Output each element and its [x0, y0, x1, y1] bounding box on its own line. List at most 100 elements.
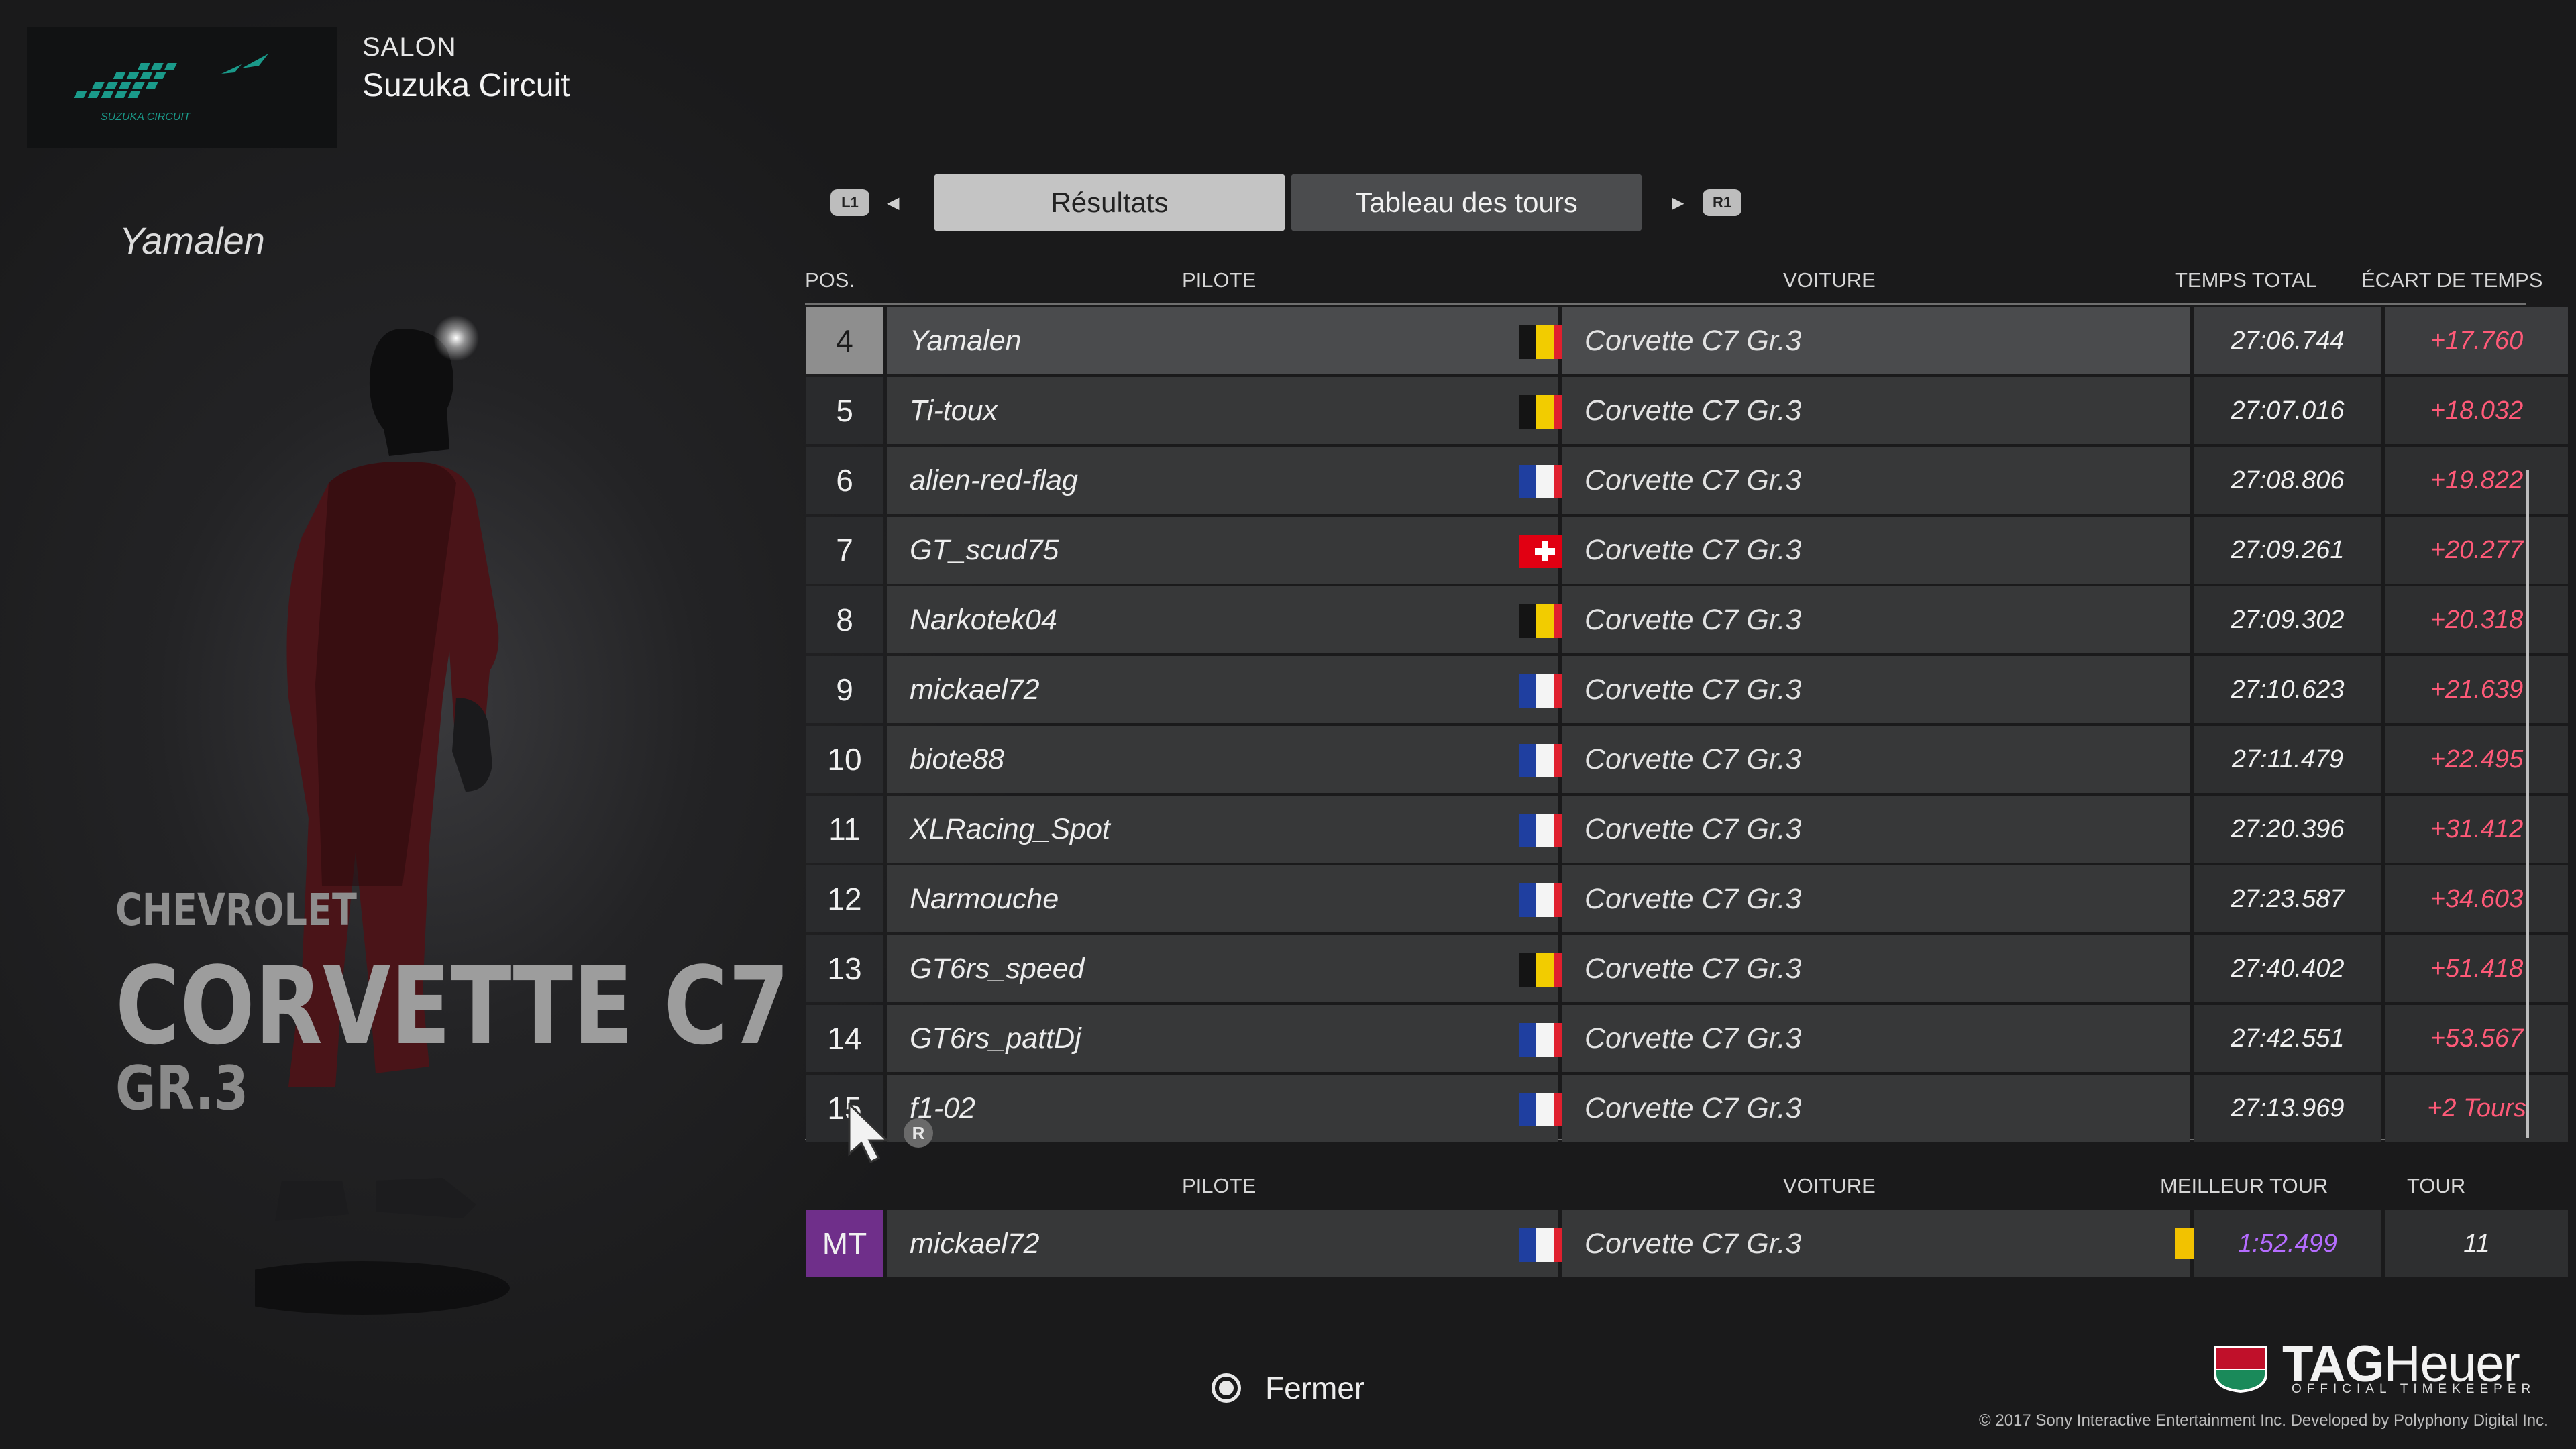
driver-cell: GT_scud75 [887, 517, 1571, 584]
total-time-cell: 27:23.587 [2194, 865, 2381, 932]
gap-cell: +17.760 [2385, 307, 2568, 374]
gap-cell: +20.277 [2385, 517, 2568, 584]
driver-cell: Narkotek04 [887, 586, 1571, 653]
driver-name: Narmouche [910, 882, 1059, 915]
gap-cell: +2 Tours [2385, 1075, 2568, 1142]
result-row[interactable]: 10 biote88 Corvette C7 Gr.3 27:11.479 +22.49… [805, 726, 2568, 793]
close-button[interactable]: Fermer [1212, 1370, 1364, 1406]
car-cell: Corvette C7 Gr.3 [1562, 1005, 2190, 1072]
car-cell: Corvette C7 Gr.3 [1562, 935, 2190, 1002]
fastest-lap-time: 1:52.499 [2194, 1210, 2381, 1277]
tag-heuer-subtitle: OFFICIAL TIMEKEEPER [2292, 1382, 2536, 1396]
driver-name: GT6rs_pattDj [910, 1022, 1081, 1055]
circle-button-icon [1212, 1373, 1241, 1403]
results-scrollbar[interactable] [2526, 470, 2529, 1138]
gap-cell: +19.822 [2385, 447, 2568, 514]
driver-cell: GT6rs_speed [887, 935, 1571, 1002]
result-row[interactable]: 7 GT_scud75 Corvette C7 Gr.3 27:09.261 +20.2… [805, 517, 2568, 584]
car-cell: Corvette C7 Gr.3 [1562, 1075, 2190, 1142]
driver-name: Yamalen [119, 219, 265, 262]
driver-cell: Yamalen [887, 307, 1571, 374]
car-cell: Corvette C7 Gr.3 [1562, 307, 2190, 374]
result-row[interactable]: 4 Yamalen Corvette C7 Gr.3 27:06.744 +17.760 [805, 307, 2568, 374]
driver-cell: alien-red-flag [887, 447, 1571, 514]
fastest-lap-badge: MT [806, 1210, 883, 1277]
header-total-time: TEMPS TOTAL [2175, 268, 2317, 292]
result-row[interactable]: 12 Narmouche Corvette C7 Gr.3 27:23.587 +34.… [805, 865, 2568, 932]
track-logo-text: SUZUKA CIRCUIT [101, 111, 191, 123]
gap-cell: +18.032 [2385, 377, 2568, 444]
driver-cell: Ti-toux [887, 377, 1571, 444]
car-cell: Corvette C7 Gr.3 [1562, 447, 2190, 514]
tab-lap-table[interactable]: Tableau des tours [1291, 174, 1642, 231]
gap-cell: +51.418 [2385, 935, 2568, 1002]
result-row[interactable]: 9 mickael72 Corvette C7 Gr.3 27:10.623 +21.6… [805, 656, 2568, 723]
event-label: SALON [362, 32, 457, 62]
total-time-cell: 27:13.969 [2194, 1075, 2381, 1142]
r1-button-hint[interactable]: R1 [1703, 189, 1741, 216]
gap-cell: +22.495 [2385, 726, 2568, 793]
car-cell: Corvette C7 Gr.3 [1562, 796, 2190, 863]
total-time-cell: 27:10.623 [2194, 656, 2381, 723]
car-cell: Corvette C7 Gr.3 [1562, 586, 2190, 653]
driver-name: Ti-toux [910, 394, 998, 427]
position-cell: 9 [806, 656, 883, 723]
total-time-cell: 27:09.302 [2194, 586, 2381, 653]
result-row[interactable]: 6 alien-red-flag Corvette C7 Gr.3 27:08.806… [805, 447, 2568, 514]
total-time-cell: 27:11.479 [2194, 726, 2381, 793]
total-time-cell: 27:40.402 [2194, 935, 2381, 1002]
fastest-lap-driver: mickael72 [887, 1210, 1571, 1277]
r-stick-hint: R [904, 1118, 933, 1148]
driver-name: GT_scud75 [910, 533, 1059, 566]
fastest-lap-row[interactable]: MT mickael72 Corvette C7 Gr.3 1:52.499 1… [805, 1210, 2568, 1277]
driver-cell: biote88 [887, 726, 1571, 793]
position-cell: 8 [806, 586, 883, 653]
fastest-lap-car: Corvette C7 Gr.3 [1562, 1210, 2206, 1277]
result-row[interactable]: 8 Narkotek04 Corvette C7 Gr.3 27:09.302 +20.… [805, 586, 2568, 653]
car-cell: Corvette C7 Gr.3 [1562, 726, 2190, 793]
fastest-header-best-lap: MEILLEUR TOUR [2160, 1174, 2328, 1197]
header-driver: PILOTE [1182, 268, 1256, 292]
position-cell: 11 [806, 796, 883, 863]
tab-results[interactable]: Résultats [934, 174, 1285, 231]
fastest-header-lap: TOUR [2407, 1174, 2466, 1197]
gap-cell: +20.318 [2385, 586, 2568, 653]
driver-cell: Narmouche [887, 865, 1571, 932]
result-row[interactable]: 5 Ti-toux Corvette C7 Gr.3 27:07.016 +18.032 [805, 377, 2568, 444]
result-row[interactable]: 11 XLRacing_Spot Corvette C7 Gr.3 27:20.396… [805, 796, 2568, 863]
result-row[interactable]: 13 GT6rs_speed Corvette C7 Gr.3 27:40.402 +5… [805, 935, 2568, 1002]
car-make: CHEVROLET [115, 884, 357, 936]
driver-name: XLRacing_Spot [910, 812, 1110, 845]
position-cell: 12 [806, 865, 883, 932]
gap-cell: +21.639 [2385, 656, 2568, 723]
car-cell: Corvette C7 Gr.3 [1562, 517, 2190, 584]
position-cell: 4 [806, 307, 883, 374]
driver-name: mickael72 [910, 673, 1040, 706]
position-cell: 5 [806, 377, 883, 444]
right-arrow-icon: ▶ [1672, 194, 1684, 212]
copyright: © 2017 Sony Interactive Entertainment In… [1979, 1411, 2548, 1430]
position-cell: 6 [806, 447, 883, 514]
driver-name: alien-red-flag [910, 464, 1078, 496]
suzuka-logo-icon [74, 54, 268, 98]
car-class: GR.3 [115, 1053, 249, 1124]
track-logo: SUZUKA CIRCUIT [27, 27, 337, 148]
fastest-lap-car-name: Corvette C7 Gr.3 [1585, 1227, 1802, 1260]
results-table: 4 Yamalen Corvette C7 Gr.3 27:06.744 +17.760… [805, 303, 2568, 1142]
result-row[interactable]: 14 GT6rs_pattDj Corvette C7 Gr.3 27:42.551 +… [805, 1005, 2568, 1072]
position-cell: 13 [806, 935, 883, 1002]
l1-button-hint[interactable]: L1 [830, 189, 869, 216]
gap-cell: +34.603 [2385, 865, 2568, 932]
fastest-header-driver: PILOTE [1182, 1174, 1256, 1197]
driver-name: GT6rs_speed [910, 952, 1085, 985]
driver-name: biote88 [910, 743, 1005, 775]
car-model: CORVETTE C7 [115, 943, 790, 1069]
driver-name: Yamalen [910, 324, 1022, 357]
driver-cell: GT6rs_pattDj [887, 1005, 1571, 1072]
left-arrow-icon: ◀ [887, 194, 900, 212]
fastest-lap-number: 11 [2385, 1210, 2568, 1277]
driver-avatar [255, 315, 510, 1315]
car-cell: Corvette C7 Gr.3 [1562, 865, 2190, 932]
position-cell: 10 [806, 726, 883, 793]
result-row[interactable]: 15 f1-02 Corvette C7 Gr.3 27:13.969 +2 Tours [805, 1075, 2568, 1142]
